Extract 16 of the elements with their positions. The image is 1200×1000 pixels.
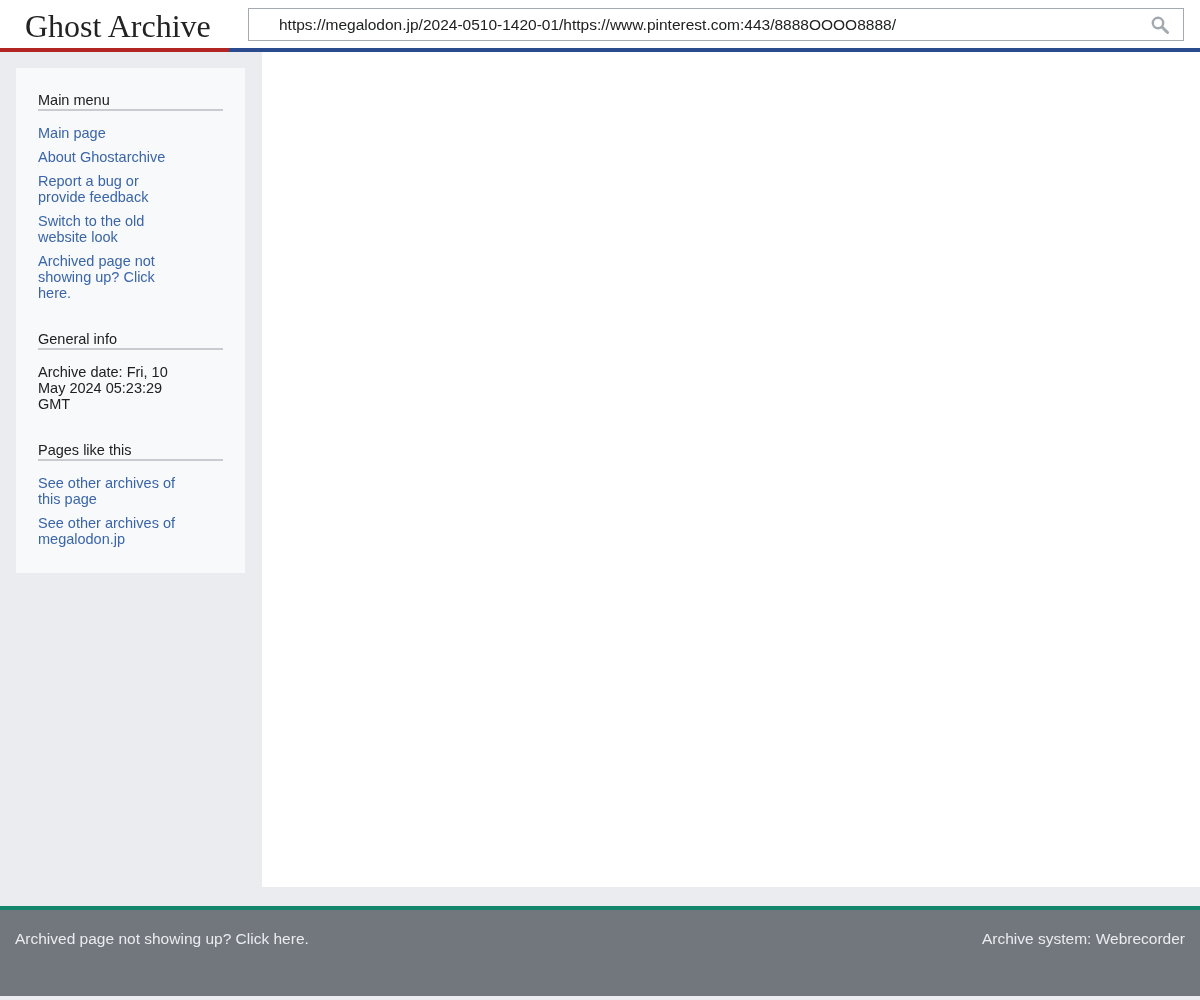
sidebar-link[interactable]: See other archives of megalodon.jp [38,515,188,547]
section-heading: General info [38,331,223,350]
site-logo[interactable]: Ghost Archive [0,0,229,52]
archive-date-text: Archive date: Fri, 10 May 2024 05:23:29 GMT [38,364,169,412]
sidebar-link[interactable]: See other archives of this page [38,475,188,507]
sidebar-link[interactable]: About Ghostarchive [38,149,188,165]
section-heading: Pages like this [38,442,223,461]
archive-system-text: Archive system: Webrecorder [982,930,1185,948]
sidebar-link[interactable]: Main page [38,125,188,141]
url-field[interactable]: https://megalodon.jp/2024-0510-1420-01/https://www.pinterest.com:443/8888OOOO8888/ [248,8,1184,41]
sidebar-link[interactable]: Report a bug or provide feedback [38,173,188,205]
sidebar-link[interactable]: Switch to the old website look [38,213,188,245]
footer-link[interactable]: Archived page not showing up? Click here. [15,930,309,948]
sidebar-link[interactable]: Archived page not showing up? Click here. [38,253,188,301]
section-heading: Main menu [38,92,223,111]
search-icon[interactable] [1151,15,1169,34]
